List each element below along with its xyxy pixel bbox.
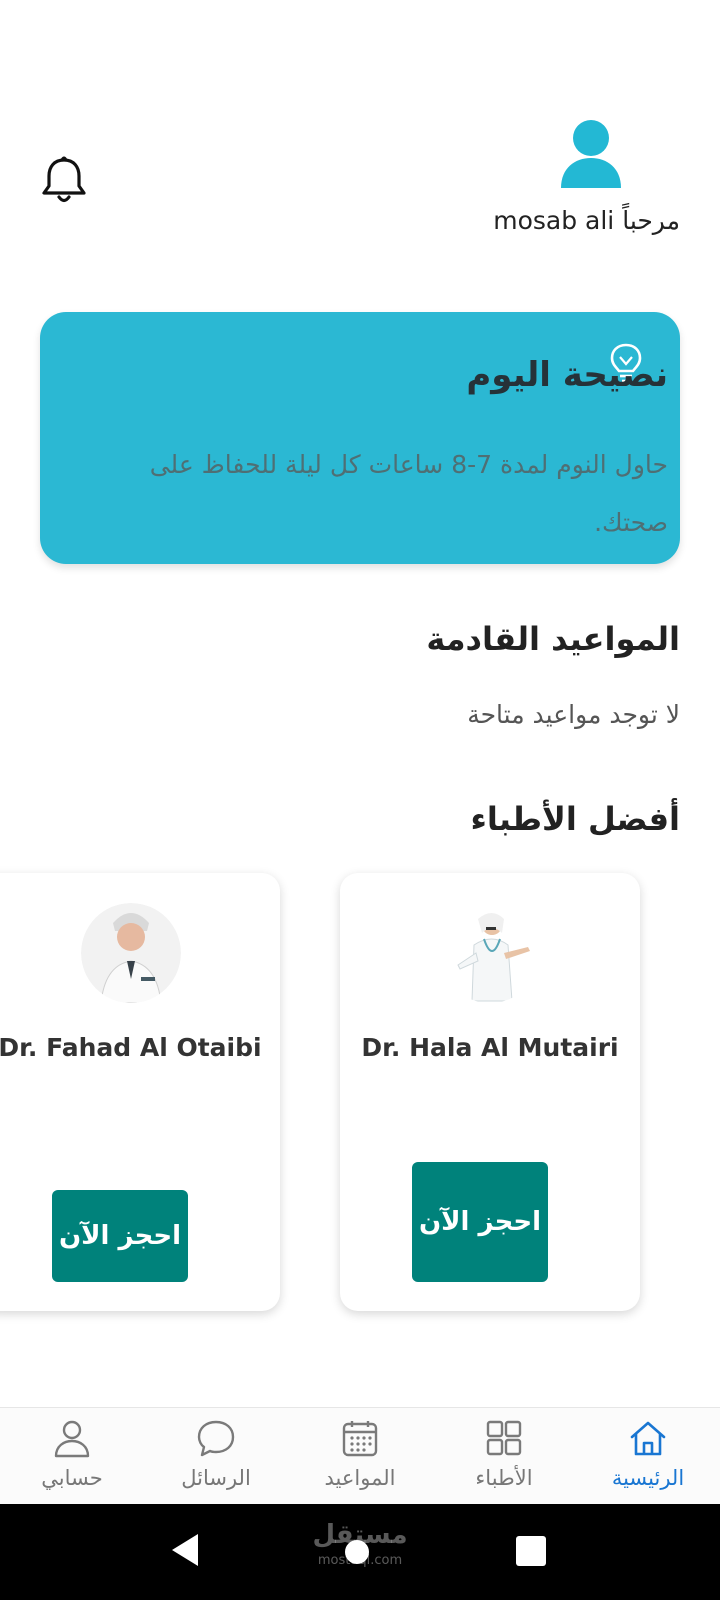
back-icon[interactable] [170, 1532, 200, 1572]
grid-icon [484, 1418, 524, 1458]
doctor-photo [440, 903, 540, 1003]
doctor-card[interactable]: Dr. Fahad Al Otaibi احجز الآن [0, 873, 280, 1311]
notification-bell-icon[interactable] [40, 154, 88, 206]
doctor-card[interactable]: Dr. Hala Al Mutairi احجز الآن [340, 873, 640, 1311]
doctor-name: Dr. Hala Al Mutairi [361, 1033, 619, 1062]
book-now-button[interactable]: احجز الآن [52, 1190, 188, 1282]
nav-label: المواعيد [324, 1466, 396, 1490]
tip-title: نصيحة اليوم [466, 355, 668, 395]
appointments-title: المواعيد القادمة [426, 620, 680, 658]
doctor-photo [81, 903, 181, 1003]
nav-item-doctors[interactable]: الأطباء [432, 1408, 576, 1505]
nav-item-account[interactable]: حسابي [0, 1408, 144, 1505]
chat-bubble-icon [196, 1418, 236, 1458]
doctor-name: Dr. Fahad Al Otaibi [0, 1033, 262, 1062]
calendar-icon [340, 1418, 380, 1458]
tip-text: حاول النوم لمدة 7-8 ساعات كل ليلة للحفاظ… [149, 450, 668, 537]
nav-label: الرئيسية [611, 1466, 685, 1490]
nav-label: الرسائل [181, 1466, 251, 1490]
system-navigation-bar: مستقل mostaql.com [0, 1504, 720, 1600]
recent-apps-icon[interactable] [516, 1536, 546, 1566]
appointments-empty-text: لا توجد مواعيد متاحة [467, 700, 680, 729]
nav-label: حسابي [41, 1466, 103, 1490]
nav-item-appointments[interactable]: المواعيد [288, 1408, 432, 1505]
greeting-text: مرحباً mosab ali [493, 206, 680, 235]
nav-item-messages[interactable]: الرسائل [144, 1408, 288, 1505]
home-circle-icon[interactable] [345, 1540, 369, 1564]
user-icon [52, 1418, 92, 1458]
book-now-button[interactable]: احجز الآن [412, 1162, 548, 1282]
top-doctors-title: أفضل الأطباء [470, 800, 680, 838]
home-icon [628, 1418, 668, 1458]
user-avatar-icon[interactable] [557, 118, 625, 188]
nav-item-home[interactable]: الرئيسية [576, 1408, 720, 1505]
nav-label: الأطباء [475, 1466, 533, 1490]
bottom-navigation: حسابي الرسائل المواعيد الأطباء الرئيسية [0, 1407, 720, 1505]
